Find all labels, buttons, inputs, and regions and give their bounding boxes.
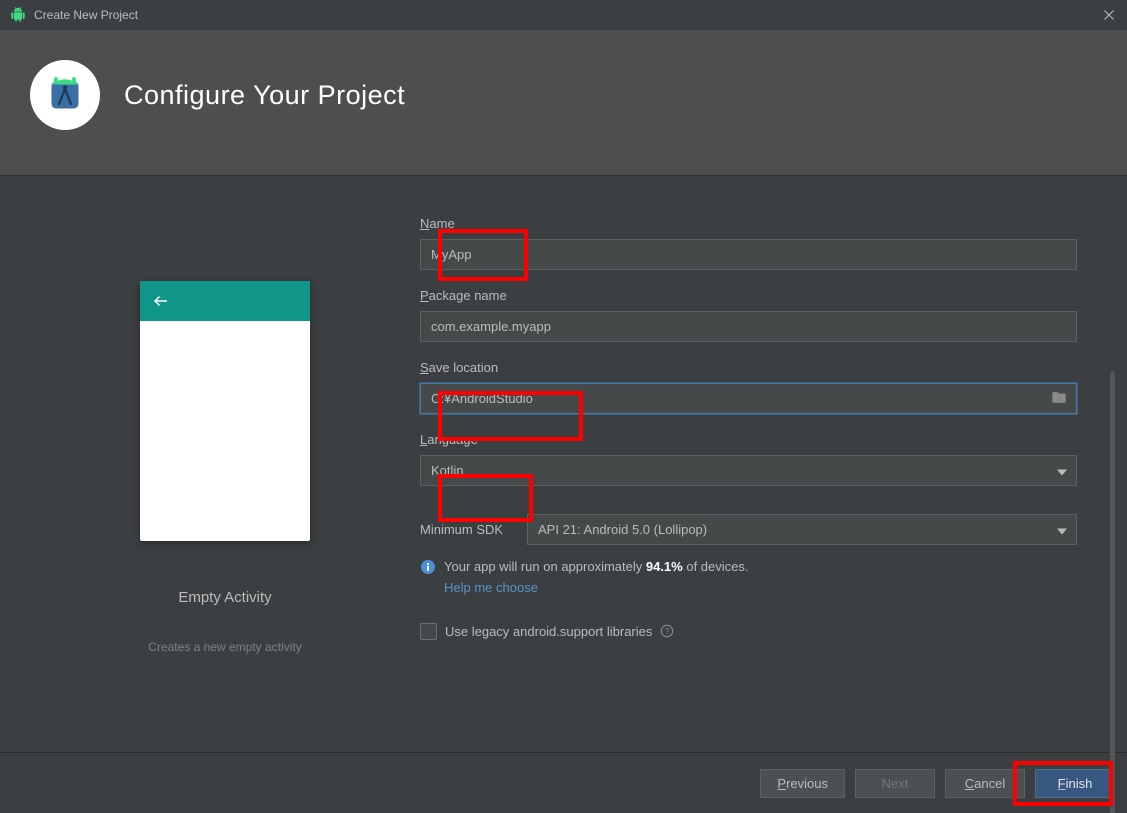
language-value: Kotlin: [420, 455, 1077, 486]
back-arrow-icon: [152, 292, 170, 310]
legacy-label: Use legacy android.support libraries: [445, 624, 652, 639]
browse-folder-icon[interactable]: [1051, 389, 1067, 408]
cancel-button[interactable]: Cancel: [945, 769, 1025, 798]
header-title: Configure Your Project: [124, 80, 405, 111]
window-title: Create New Project: [34, 8, 1101, 22]
location-field: Save location: [420, 360, 1077, 414]
language-label: Language: [420, 432, 1077, 447]
help-icon[interactable]: ?: [660, 624, 676, 640]
scrollbar[interactable]: [1110, 371, 1115, 813]
title-bar: Create New Project: [0, 0, 1127, 30]
legacy-checkbox[interactable]: [420, 623, 437, 640]
help-me-choose-link[interactable]: Help me choose: [444, 580, 749, 595]
package-input[interactable]: [420, 311, 1077, 342]
finish-button[interactable]: Finish: [1035, 769, 1115, 798]
minsdk-select[interactable]: API 21: Android 5.0 (Lollipop): [527, 514, 1077, 545]
android-logo-icon: [10, 7, 26, 23]
location-label: Save location: [420, 360, 1077, 375]
minsdk-label: Minimum SDK: [420, 522, 515, 537]
name-field: Name: [420, 216, 1077, 270]
minsdk-field: Minimum SDK API 21: Android 5.0 (Lollipo…: [420, 514, 1077, 640]
language-field: Language Kotlin: [420, 432, 1077, 486]
name-label: Name: [420, 216, 1077, 231]
legacy-checkbox-row: Use legacy android.support libraries ?: [420, 623, 1077, 640]
template-preview-pane: Empty Activity Creates a new empty activ…: [30, 216, 420, 752]
compat-info: Your app will run on approximately 94.1%…: [420, 559, 1077, 595]
minsdk-value: API 21: Android 5.0 (Lollipop): [527, 514, 1077, 545]
studio-logo-icon: [30, 60, 100, 130]
wizard-window: Create New Project Configure Your Projec…: [0, 0, 1127, 813]
info-icon: [420, 559, 436, 575]
name-input[interactable]: [420, 239, 1077, 270]
wizard-body: Empty Activity Creates a new empty activ…: [0, 176, 1127, 752]
wizard-header: Configure Your Project: [0, 30, 1127, 176]
template-name: Empty Activity: [178, 589, 271, 606]
package-label: Package name: [420, 288, 1077, 303]
location-input[interactable]: [420, 383, 1077, 414]
language-select[interactable]: Kotlin: [420, 455, 1077, 486]
svg-text:?: ?: [665, 627, 670, 636]
close-icon[interactable]: [1101, 7, 1117, 23]
previous-button[interactable]: Previous: [760, 769, 845, 798]
next-button: Next: [855, 769, 935, 798]
wizard-footer: Previous Next Cancel Finish: [0, 752, 1127, 813]
template-description: Creates a new empty activity: [148, 640, 301, 654]
preview-appbar: [140, 281, 310, 321]
form-pane: Name Package name Save location Language: [420, 216, 1097, 752]
template-preview: [140, 281, 310, 541]
package-field: Package name: [420, 288, 1077, 342]
